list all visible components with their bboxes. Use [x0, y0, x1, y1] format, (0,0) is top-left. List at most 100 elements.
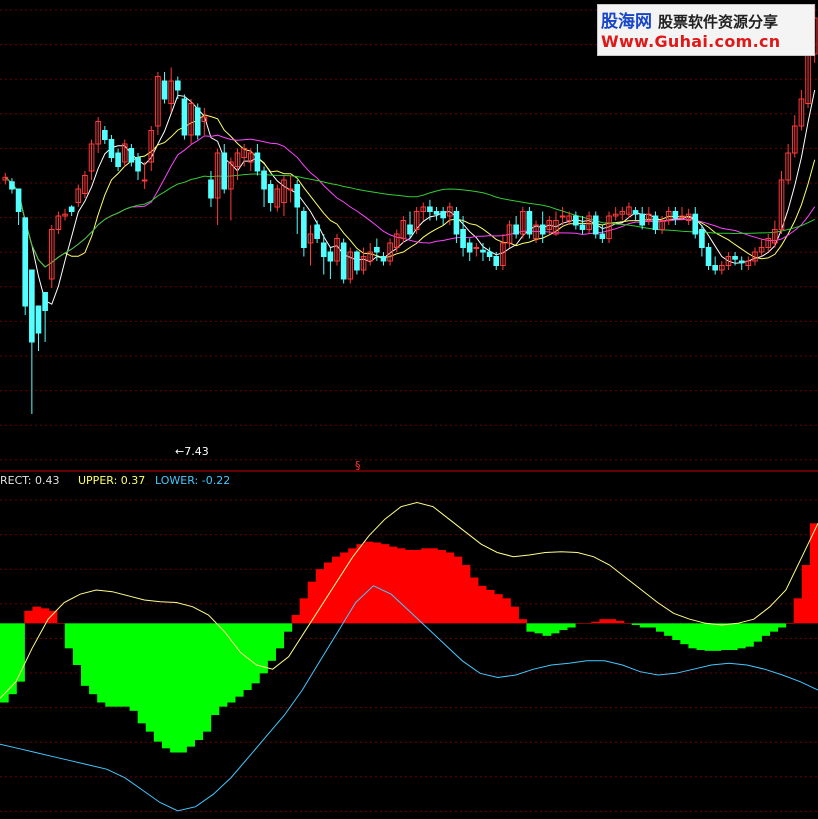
rect-bar-negative	[145, 623, 155, 732]
candle-body	[480, 249, 486, 253]
candle-body	[221, 152, 228, 190]
rect-bar-negative	[720, 623, 730, 650]
candle-body	[42, 292, 48, 311]
rect-bar-negative	[97, 623, 106, 703]
candle-body	[672, 211, 679, 219]
candle-body	[632, 210, 639, 215]
rect-bar-positive	[785, 623, 795, 624]
rect-bar-negative	[186, 623, 195, 747]
rect-bar-negative	[534, 623, 544, 634]
candle-body	[699, 229, 705, 248]
legend-rect: RECT: 0.43	[0, 474, 59, 487]
candle-body	[526, 211, 533, 235]
candle-body	[427, 206, 433, 212]
candle-body	[261, 170, 267, 190]
candle-body	[35, 305, 42, 334]
rect-bar-negative	[121, 623, 131, 707]
rect-bar-positive	[421, 548, 430, 624]
candle-body	[314, 224, 320, 239]
separator-symbol: §	[355, 459, 361, 472]
rect-bar-positive	[380, 544, 390, 624]
rect-bar-negative	[680, 623, 690, 645]
moving-average-lines	[4, 89, 816, 305]
rect-bar-positive	[332, 556, 341, 624]
rect-bar-negative	[153, 623, 163, 742]
candle-body	[327, 251, 334, 262]
candle-body	[267, 184, 274, 203]
rect-bar-positive	[56, 623, 66, 624]
candle-body	[738, 260, 745, 264]
rect-bar-positive	[364, 541, 374, 624]
rect-bar-negative	[647, 623, 657, 628]
rect-bar-positive	[518, 619, 528, 624]
rect-bar-negative	[672, 623, 681, 640]
rect-bar-negative	[251, 623, 260, 684]
rect-bar-positive	[502, 598, 511, 624]
candle-body	[380, 256, 387, 262]
rect-bar-negative	[202, 623, 212, 732]
watermark-url: Www.Guhai.com.cn	[601, 32, 781, 51]
rect-bar-negative	[178, 623, 187, 753]
candle-body	[254, 152, 261, 172]
rect-bar-negative	[170, 623, 179, 753]
candle-body	[433, 211, 440, 215]
candle-body	[513, 224, 519, 235]
rect-bar-negative	[696, 623, 706, 650]
candle-body	[287, 188, 294, 191]
candle-body	[128, 148, 135, 163]
rect-bar-negative	[737, 623, 746, 649]
candle-body	[692, 213, 699, 235]
candle-body	[181, 98, 188, 136]
candle-body	[374, 247, 380, 253]
chart-canvas: ←7.43 § RECT: 0.43 UPPER: 0.37 LOWER: -0…	[0, 4, 818, 812]
rect-bar-negative	[631, 623, 641, 625]
candle-body	[732, 256, 738, 260]
candle-body	[559, 215, 566, 218]
rect-bar-positive	[453, 556, 463, 624]
rect-bar-positive	[307, 581, 317, 624]
rect-bar-negative	[664, 623, 673, 636]
rect-bar-positive	[429, 548, 438, 624]
ma10-line	[4, 114, 816, 268]
rect-bar-negative	[526, 623, 536, 632]
candle-body	[15, 188, 22, 212]
candle-body	[407, 224, 413, 235]
rect-bar-positive	[583, 623, 592, 624]
candle-body	[22, 217, 29, 307]
rect-bar-negative	[566, 623, 576, 628]
candle-body	[68, 206, 75, 212]
rect-bar-positive	[623, 623, 633, 624]
watermark-title: 股海网 股票软件资源分享	[601, 7, 778, 32]
rect-bar-negative	[753, 623, 762, 642]
rect-bar-positive	[801, 565, 811, 624]
rect-bar-positive	[299, 598, 309, 624]
indicator-legend: RECT: 0.43 UPPER: 0.37 LOWER: -0.22	[0, 474, 230, 487]
rect-bar-negative	[194, 623, 204, 740]
rect-bar-positive	[599, 619, 609, 624]
rect-bar-negative	[129, 623, 139, 711]
rect-bar-negative	[656, 623, 665, 632]
candle-body	[9, 181, 15, 190]
rect-bar-positive	[413, 550, 422, 624]
rect-bar-negative	[704, 623, 714, 651]
rect-bar-positive	[469, 577, 479, 624]
rect-bar-negative	[113, 623, 123, 707]
rect-bar-positive	[340, 552, 349, 624]
candle-body	[161, 80, 168, 100]
rect-bar-negative	[745, 623, 754, 647]
rect-bar-positive	[315, 569, 325, 624]
rect-bar-positive	[388, 546, 398, 624]
candle-body	[208, 179, 214, 199]
candle-body	[712, 265, 718, 271]
rect-bar-negative	[80, 623, 90, 686]
candle-body	[135, 157, 141, 172]
rect-bar-negative	[777, 623, 787, 628]
candle-body	[486, 251, 493, 257]
candle-body	[592, 215, 599, 235]
candle-body	[539, 224, 546, 235]
legend-lower: LOWER: -0.22	[155, 474, 230, 487]
rect-bar-negative	[8, 623, 17, 695]
candle-body	[354, 251, 360, 271]
candle-body	[141, 179, 148, 182]
candle-body	[453, 211, 460, 235]
